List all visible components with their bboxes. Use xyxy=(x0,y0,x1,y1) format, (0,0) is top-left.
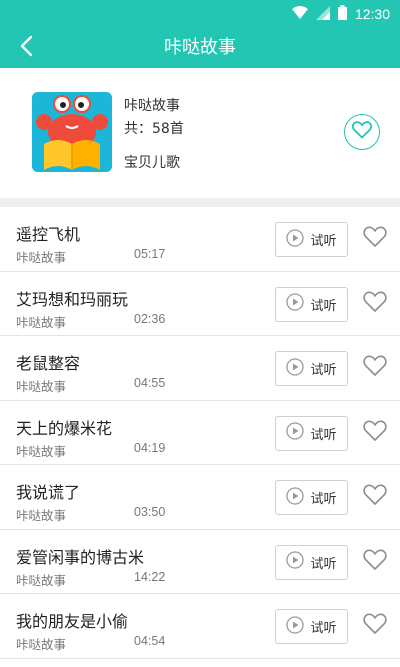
song-artist: 咔哒故事 xyxy=(16,314,67,330)
album-name: 咔哒故事 xyxy=(124,98,180,114)
favorite-button[interactable] xyxy=(362,613,388,639)
preview-label: 试听 xyxy=(310,556,337,572)
song-title: 天上的爆米花 xyxy=(16,418,113,438)
song-duration: 02:36 xyxy=(134,311,166,326)
preview-button[interactable]: 试听 xyxy=(275,480,348,515)
favorite-button[interactable] xyxy=(362,484,388,510)
song-artist: 咔哒故事 xyxy=(16,443,67,459)
song-duration: 04:19 xyxy=(134,440,166,455)
section-divider xyxy=(0,198,400,207)
song-row[interactable]: 艾玛想和玛丽玩 咔哒故事 02:36 试听 xyxy=(0,271,400,336)
song-list: 遥控飞机 咔哒故事 05:17 试听 艾玛想和玛丽玩 咔哒故事 02:36 试听 xyxy=(0,207,400,667)
song-duration: 03:50 xyxy=(134,505,166,519)
preview-label: 试听 xyxy=(310,427,337,443)
favorite-button[interactable] xyxy=(362,226,388,252)
preview-label: 试听 xyxy=(310,234,337,249)
favorite-button[interactable] xyxy=(362,549,388,575)
album-cover[interactable] xyxy=(32,92,112,172)
song-row[interactable]: 爱管闲事的博古米 咔哒故事 14:22 试听 xyxy=(0,529,400,594)
heart-outline-icon xyxy=(363,420,387,446)
play-circle-icon xyxy=(286,422,305,444)
page-title: 咔哒故事 xyxy=(164,37,236,58)
song-row[interactable]: 天上的爆米花 咔哒故事 04:19 试听 xyxy=(0,400,400,465)
wifi-icon xyxy=(291,5,308,24)
preview-button[interactable]: 试听 xyxy=(275,415,348,451)
heart-outline-icon xyxy=(363,291,387,317)
preview-label: 试听 xyxy=(310,492,337,507)
album-count-prefix: 共： xyxy=(124,121,152,137)
preview-label: 试听 xyxy=(310,363,337,378)
song-title: 遥控飞机 xyxy=(16,225,81,244)
app-bar: 咔哒故事 xyxy=(0,28,400,68)
album-count-value: 58首 xyxy=(152,121,184,137)
song-title: 爱管闲事的博古米 xyxy=(16,547,145,567)
preview-label: 试听 xyxy=(310,621,337,636)
song-title: 我的朋友是小偷 xyxy=(16,612,129,631)
favorite-button[interactable] xyxy=(362,291,388,317)
heart-outline-icon xyxy=(363,355,387,381)
heart-outline-icon xyxy=(363,613,387,639)
preview-button[interactable]: 试听 xyxy=(275,609,348,644)
status-icons: 12:30 xyxy=(291,4,390,24)
song-title: 我说谎了 xyxy=(16,483,81,502)
song-row[interactable]: 我说谎了 咔哒故事 03:50 试听 xyxy=(0,465,400,530)
song-duration: 14:22 xyxy=(134,569,166,584)
song-artist: 咔哒故事 xyxy=(16,250,67,265)
heart-outline-icon xyxy=(363,549,387,575)
album-category: 宝贝儿歌 xyxy=(124,155,180,171)
status-bar: 12:30 xyxy=(0,0,400,28)
play-circle-icon xyxy=(286,293,305,315)
play-circle-icon xyxy=(286,615,305,638)
play-circle-icon xyxy=(286,551,305,573)
song-duration: 04:55 xyxy=(134,376,166,390)
preview-button[interactable]: 试听 xyxy=(275,222,348,257)
preview-button[interactable]: 试听 xyxy=(275,286,348,322)
preview-button[interactable]: 试听 xyxy=(275,351,348,386)
play-circle-icon xyxy=(286,486,305,509)
song-duration: 05:17 xyxy=(134,247,166,261)
song-row[interactable]: 我的朋友是小偷 咔哒故事 04:54 试听 xyxy=(0,594,400,659)
favorite-button[interactable] xyxy=(362,420,388,446)
song-artist: 咔哒故事 xyxy=(16,637,67,652)
heart-outline-icon xyxy=(363,484,387,510)
album-header: 咔哒故事 共： 58首 宝贝儿歌 xyxy=(0,68,400,198)
song-artist: 咔哒故事 xyxy=(16,508,67,523)
status-time: 12:30 xyxy=(354,6,390,22)
album-favorite-button[interactable] xyxy=(344,114,380,150)
song-artist: 咔哒故事 xyxy=(16,379,67,394)
song-title: 老鼠整容 xyxy=(16,354,81,373)
battery-icon xyxy=(337,4,347,24)
heart-outline-icon xyxy=(363,226,387,252)
song-row[interactable]: 老鼠整容 咔哒故事 04:55 试听 xyxy=(0,336,400,401)
signal-icon xyxy=(315,5,330,24)
heart-outline-icon xyxy=(351,121,373,143)
crab-reading-book-icon xyxy=(32,92,112,172)
play-circle-icon xyxy=(286,357,305,380)
album-count: 共： 58首 xyxy=(124,118,184,138)
preview-label: 试听 xyxy=(310,298,337,314)
play-circle-icon xyxy=(286,228,305,251)
preview-button[interactable]: 试听 xyxy=(275,544,348,580)
song-title: 艾玛想和玛丽玩 xyxy=(16,289,129,309)
song-duration: 04:54 xyxy=(134,634,166,648)
song-artist: 咔哒故事 xyxy=(16,572,67,588)
song-row[interactable]: 遥控飞机 咔哒故事 05:17 试听 xyxy=(0,207,400,272)
favorite-button[interactable] xyxy=(362,355,388,381)
